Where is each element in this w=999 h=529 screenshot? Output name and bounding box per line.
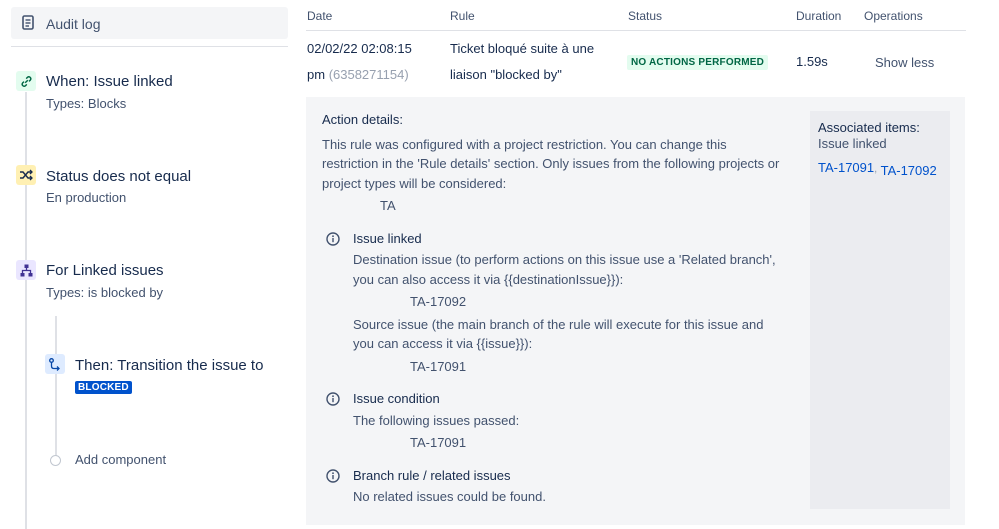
restriction-line-2: restriction in the 'Rule details' sectio…: [322, 156, 780, 171]
row-rule-line2: liaison "blocked by": [450, 67, 562, 82]
rule-connector-line: [25, 92, 27, 529]
associated-items-links: TA-17091, TA-17092: [818, 158, 937, 180]
audit-log-button[interactable]: Audit log: [11, 7, 288, 39]
row-date: 02/02/22 02:08:15 pm (6358271154): [307, 36, 412, 88]
show-less-button[interactable]: Show less: [875, 55, 934, 70]
project-key: TA: [380, 198, 396, 213]
link-icon[interactable]: [16, 71, 36, 91]
branch-rule-title: Branch rule / related issues: [353, 468, 511, 483]
row-rule-line1: Ticket bloqué suite à une: [450, 41, 595, 56]
row-rule: Ticket bloqué suite à une liaison "block…: [450, 36, 594, 88]
info-icon: [326, 469, 340, 488]
branch-connector-line: [55, 316, 57, 456]
associated-items-separator: ,: [874, 163, 878, 175]
add-component-dot: [50, 455, 61, 466]
status-lozenge: NO ACTIONS PERFORMED: [627, 55, 769, 70]
restriction-line-1: This rule was configured with a project …: [322, 137, 727, 152]
associated-items-subtitle: Issue linked: [818, 136, 887, 151]
column-header-duration: Duration: [796, 9, 842, 23]
condition-issue-key: TA-17091: [410, 435, 467, 450]
associated-item-link[interactable]: TA-17092: [881, 163, 937, 178]
condition-subtitle: En production: [46, 190, 127, 205]
column-header-date: Date: [307, 9, 333, 23]
status-badge-blocked: BLOCKED: [75, 381, 132, 394]
condition-passed-text: The following issues passed:: [353, 413, 520, 428]
action-title[interactable]: Then: Transition the issue to: [75, 357, 263, 374]
trigger-subtitle: Types: Blocks: [46, 96, 127, 111]
column-header-operations: Operations: [864, 9, 923, 23]
issue-linked-title: Issue linked: [353, 231, 422, 246]
column-header-status: Status: [628, 9, 663, 23]
destination-issue-key: TA-17092: [410, 294, 467, 309]
info-icon: [326, 392, 340, 411]
document-icon: [22, 15, 34, 35]
branch-icon[interactable]: [16, 260, 36, 280]
branch-rule-text: No related issues could be found.: [353, 489, 546, 504]
row-id: (6358271154): [328, 67, 409, 82]
transition-icon[interactable]: [45, 354, 65, 374]
source-line-1: Source issue (the main branch of the rul…: [353, 317, 764, 332]
row-date-line1: 02/02/22 02:08:15: [307, 41, 412, 56]
sidebar-divider: [11, 46, 288, 47]
issue-condition-title: Issue condition: [353, 391, 440, 406]
info-icon: [326, 232, 340, 251]
add-component-link[interactable]: Add component: [75, 452, 166, 467]
header-divider: [306, 30, 966, 31]
branch-subtitle: Types: is blocked by: [46, 285, 164, 300]
source-line-2: you can access it via {{issue}}):: [353, 336, 533, 351]
column-header-rule: Rule: [450, 9, 475, 23]
destination-line-2: you can also access it via {{destination…: [353, 272, 624, 287]
associated-item-link[interactable]: TA-17091: [818, 160, 874, 175]
source-issue-key: TA-17091: [410, 359, 467, 374]
shuffle-icon[interactable]: [16, 165, 36, 185]
restriction-line-3: project types will be considered:: [322, 176, 507, 191]
audit-log-label: Audit log: [46, 16, 101, 32]
row-date-line2: pm: [307, 67, 326, 82]
action-details-heading: Action details:: [322, 112, 403, 127]
condition-title[interactable]: Status does not equal: [46, 168, 191, 185]
trigger-title[interactable]: When: Issue linked: [46, 73, 173, 90]
branch-title[interactable]: For Linked issues: [46, 262, 164, 279]
destination-line-1: Destination issue (to perform actions on…: [353, 252, 776, 267]
row-duration: 1.59s: [796, 54, 828, 69]
